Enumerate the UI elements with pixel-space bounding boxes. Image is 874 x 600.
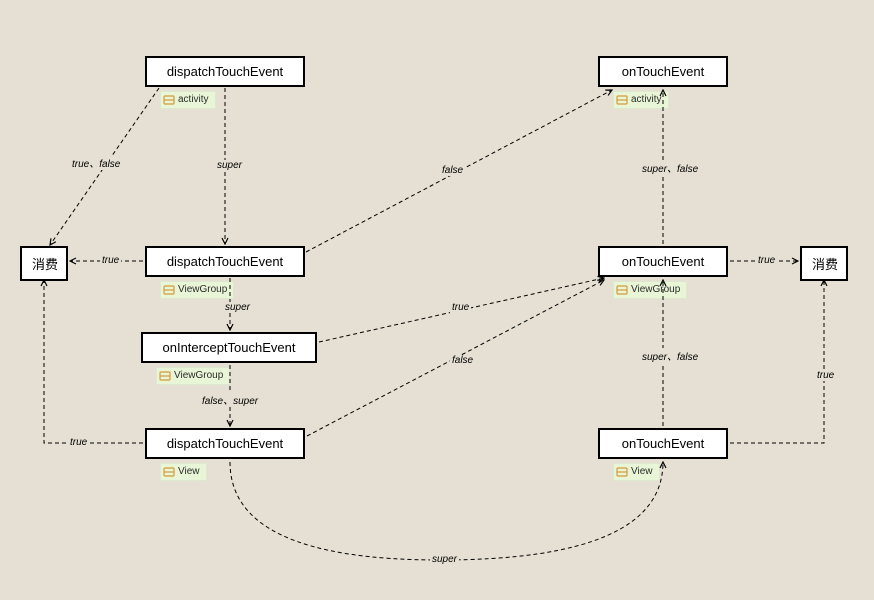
tag-label: View	[631, 466, 653, 478]
node-ontouch-activity: onTouchEvent	[598, 56, 728, 87]
tag-label: ViewGroup	[631, 284, 680, 296]
node-ontouch-viewgroup: onTouchEvent	[598, 246, 728, 277]
edge-label: super	[430, 554, 459, 565]
tag-dispatch-view: View	[160, 463, 207, 481]
edge-label: false、super	[200, 392, 260, 407]
node-dispatch-view: dispatchTouchEvent	[145, 428, 305, 459]
tag-dispatch-viewgroup: ViewGroup	[160, 281, 234, 299]
node-onintercept-viewgroup: onInterceptTouchEvent	[141, 332, 317, 363]
node-dispatch-activity: dispatchTouchEvent	[145, 56, 305, 87]
edge-label: super	[223, 302, 252, 313]
node-ontouch-view: onTouchEvent	[598, 428, 728, 459]
node-consume-right: 消费	[800, 246, 848, 281]
edge-label: super	[215, 160, 244, 171]
tag-ontouch-viewgroup: ViewGroup	[613, 281, 687, 299]
edge-label: true	[450, 302, 471, 313]
edges-layer	[0, 0, 874, 600]
edge-label: true	[815, 370, 836, 381]
edge-label: false	[440, 165, 465, 176]
edge-label: super、false	[640, 160, 700, 175]
edge-label: true	[756, 255, 777, 266]
edge-label: false	[450, 355, 475, 366]
edge-label: super、false	[640, 348, 700, 363]
edge-label: true	[100, 255, 121, 266]
tag-label: activity	[631, 94, 662, 106]
edge-label: true	[68, 437, 89, 448]
node-dispatch-viewgroup: dispatchTouchEvent	[145, 246, 305, 277]
node-consume-left: 消费	[20, 246, 68, 281]
tag-label: ViewGroup	[174, 370, 223, 382]
tag-label: View	[178, 466, 200, 478]
tag-onintercept-viewgroup: ViewGroup	[156, 367, 230, 385]
tag-ontouch-activity: activity	[613, 91, 669, 109]
edge-label: true、false	[70, 155, 122, 170]
tag-ontouch-view: View	[613, 463, 660, 481]
tag-label: ViewGroup	[178, 284, 227, 296]
tag-dispatch-activity: activity	[160, 91, 216, 109]
tag-label: activity	[178, 94, 209, 106]
